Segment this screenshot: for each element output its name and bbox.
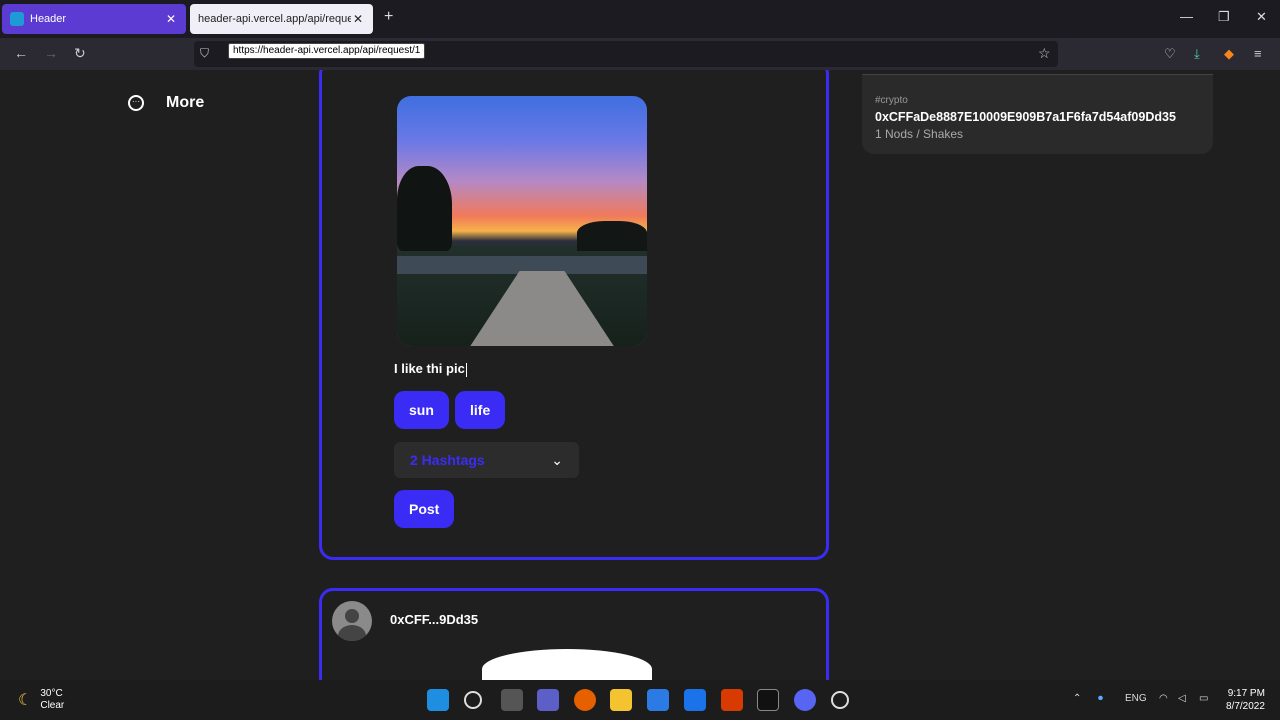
file-explorer-icon[interactable] [610,689,632,711]
post-button[interactable]: Post [394,490,455,528]
reload-icon[interactable]: ↻ [74,45,86,62]
trending-meta: 1 Nods / Shakes [875,127,964,141]
tab-title: Header [30,13,67,25]
sidebar-item-label: More [166,94,205,111]
url-tooltip: https://header-api.vercel.app/api/reques… [228,43,426,59]
trending-tag: #crypto [875,95,908,106]
page-content: ··· More I like thi pic sun life 2 Hasht… [0,70,1280,680]
minimize-icon[interactable]: — [1180,9,1193,24]
app-icon[interactable] [831,691,849,709]
battery-icon[interactable]: ▭ [1199,693,1208,704]
hashtags-dropdown[interactable]: 2 Hashtags ⌄ [394,442,579,478]
chevron-down-icon: ⌄ [551,451,563,468]
windows-taskbar: ☾ 30°C Clear ⌃ ⏺ ENG ◠ ◁ ▭ 9:17 PM 8/7/2… [0,680,1280,720]
teams-chat-icon[interactable] [537,689,559,711]
chevron-up-icon[interactable]: ⌃ [1073,693,1081,704]
metamask-icon[interactable]: ◆ [1224,46,1234,62]
sidebar-item-more[interactable]: ··· More [128,94,204,112]
microsoft-store-icon[interactable] [647,689,669,711]
hashtag-chip[interactable]: sun [394,391,449,429]
search-icon[interactable] [464,691,482,709]
language-indicator[interactable]: ENG [1125,693,1147,704]
bookmark-star-icon[interactable]: ☆ [1038,45,1051,62]
caption-input[interactable]: I like thi pic [394,361,467,377]
shield-icon[interactable]: ⛉ [200,46,209,61]
close-tab-icon[interactable]: ✕ [164,12,178,26]
browser-tab-bar: Header ✕ header-api.vercel.app/api/reque… [0,0,1280,38]
hashtag-chip[interactable]: life [455,391,506,429]
pocket-icon[interactable]: ♡ [1164,46,1176,62]
windows-start-icon[interactable] [427,689,449,711]
time: 9:17 PM [1227,688,1265,699]
restore-icon[interactable]: ❐ [1218,9,1230,25]
mail-icon[interactable] [684,689,706,711]
new-tab-icon[interactable]: + [384,8,393,26]
wifi-icon[interactable]: ◠ [1159,693,1168,704]
back-icon[interactable]: ← [14,45,28,61]
react-favicon-icon [10,12,24,26]
post-composer-card: I like thi pic sun life 2 Hashtags ⌄ Pos… [319,70,829,560]
caption-text: I like thi pic [394,361,465,376]
clock[interactable]: 9:17 PM 8/7/2022 [1226,687,1265,713]
post-author[interactable]: 0xCFF...9Dd35 [390,612,478,627]
close-tab-icon[interactable]: ✕ [351,12,365,26]
microphone-icon[interactable]: ⏺ [1098,693,1103,704]
forward-icon[interactable]: → [44,45,58,61]
download-icon[interactable]: ⤓ [1194,46,1200,62]
avatar[interactable] [332,601,372,641]
trending-card[interactable]: #crypto 0xCFFaDe8887E10009E909B7a1F6fa7d… [862,74,1213,154]
more-icon: ··· [128,95,144,111]
close-window-icon[interactable]: ✕ [1256,9,1267,25]
volume-icon[interactable]: ◁ [1178,693,1186,704]
office-icon[interactable] [721,689,743,711]
browser-nav-bar: ← → ↻ ⛉ ☆ ♡ ⤓ ◆ ≡ [0,38,1280,70]
uploaded-image [397,96,647,346]
discord-icon[interactable] [794,689,816,711]
tab-title: header-api.vercel.app/api/request/1 [198,13,351,25]
terminal-icon[interactable] [757,689,779,711]
menu-icon[interactable]: ≡ [1254,46,1262,61]
firefox-icon[interactable] [574,689,596,711]
weather-widget[interactable]: ☾ 30°C Clear [18,688,64,712]
post-image [482,649,652,680]
task-view-icon[interactable] [501,689,523,711]
dropdown-value: 2 Hashtags [410,452,485,468]
weather-condition: Clear [40,700,65,711]
trending-address: 0xCFFaDe8887E10009E909B7a1F6fa7d54af09Dd… [875,110,1176,124]
tab-header[interactable]: Header ✕ [2,4,186,34]
date: 8/7/2022 [1226,701,1265,712]
temperature: 30°C [40,688,63,699]
moon-icon: ☾ [18,692,33,709]
feed-post-card: 0xCFF...9Dd35 [319,588,829,680]
tab-api-request[interactable]: header-api.vercel.app/api/request/1 ✕ [190,4,373,34]
